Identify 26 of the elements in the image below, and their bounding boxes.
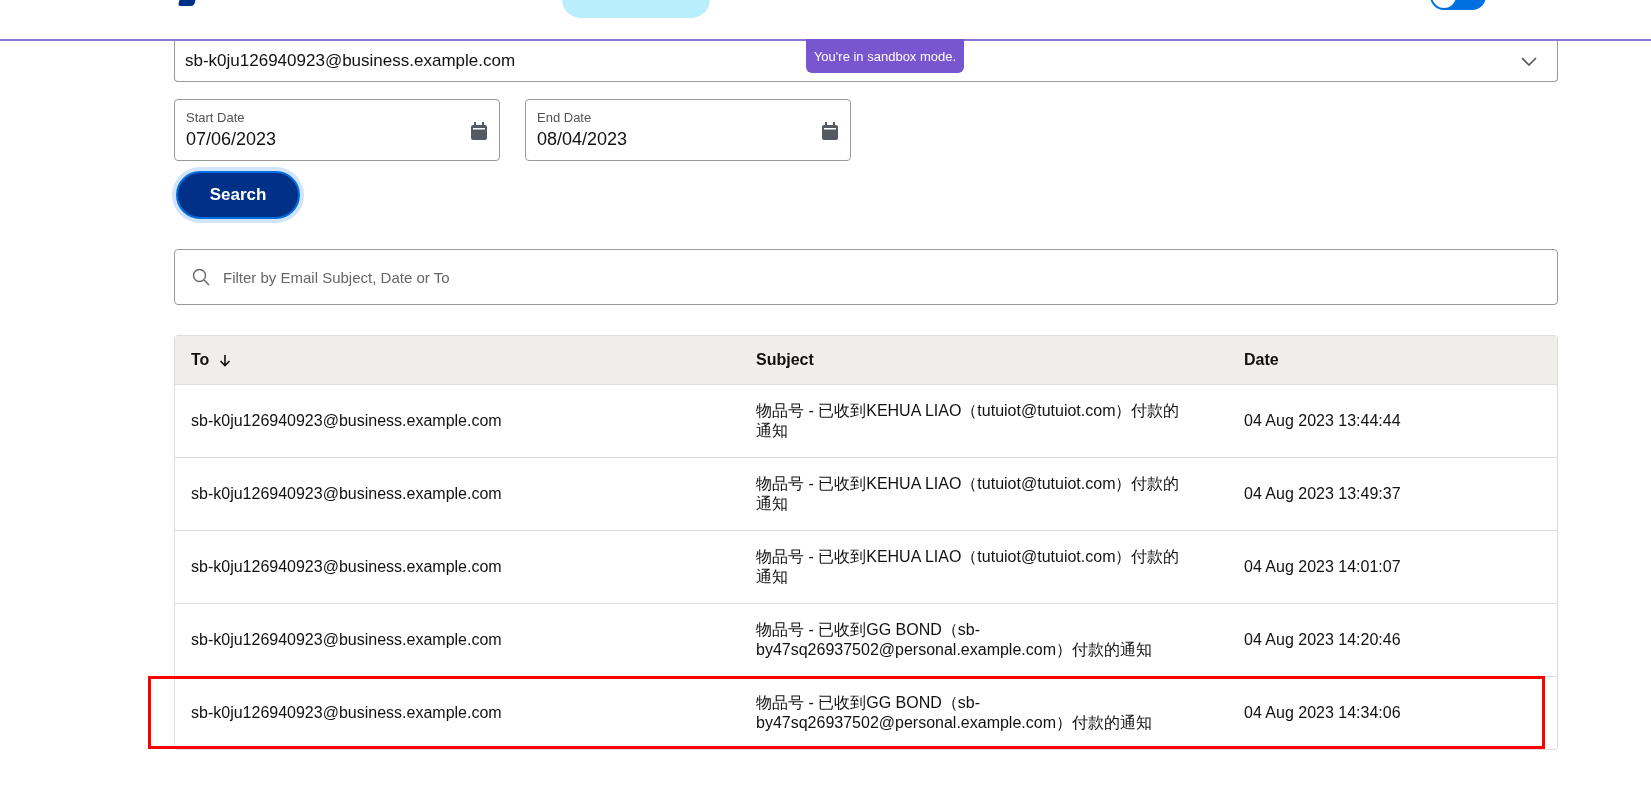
filter-field[interactable]: Filter by Email Subject, Date or To <box>174 249 1558 305</box>
sort-arrow-icon[interactable] <box>219 353 232 367</box>
table-cell-text: 04 Aug 2023 14:01:07 <box>1243 557 1402 577</box>
table-cell-text: 04 Aug 2023 13:44:44 <box>1243 411 1402 431</box>
column-header[interactable]: Date <box>1244 351 1279 369</box>
table-cell-text: 04 Aug 2023 13:49:37 <box>1243 484 1402 504</box>
chevron-down-icon <box>1521 56 1537 66</box>
sandbox-banner: You're in sandbox mode. <box>806 39 964 73</box>
table-cell-text: 物品号 - 已收到KEHUA LIAO（tutuiot@tutuiot.com）付款的通知 <box>755 401 1181 441</box>
table-cell-text: 04 Aug 2023 14:20:46 <box>1243 630 1402 650</box>
column-header[interactable]: To <box>191 351 210 369</box>
column-header[interactable]: Subject <box>756 351 814 369</box>
calendar-icon[interactable] <box>471 122 487 140</box>
date-field[interactable]: End Date 08/04/2023 <box>525 99 851 161</box>
table-cell-text: sb-k0ju126940923@business.example.com <box>190 557 503 577</box>
date-field[interactable]: Start Date 07/06/2023 <box>174 99 500 161</box>
calendar-icon[interactable] <box>822 122 838 140</box>
table-cell-text: 物品号 - 已收到GG BOND（sb-by47sq26937502@personal.example.com）付款的通知 <box>755 693 1153 733</box>
table-cell-text: 物品号 - 已收到KEHUA LIAO（tutuiot@tutuiot.com）付款的通知 <box>755 547 1181 587</box>
table-cell-text: sb-k0ju126940923@business.example.com <box>190 411 503 431</box>
table-cell-text: sb-k0ju126940923@business.example.com <box>190 630 503 650</box>
table-cell-text: 物品号 - 已收到GG BOND（sb-by47sq26937502@personal.example.com）付款的通知 <box>755 620 1153 660</box>
table-cell-text: 物品号 - 已收到KEHUA LIAO（tutuiot@tutuiot.com）付款的通知 <box>755 474 1181 514</box>
table-cell-text: sb-k0ju126940923@business.example.com <box>190 484 503 504</box>
table-cell-text: sb-k0ju126940923@business.example.com <box>190 703 503 723</box>
table-cell-text: 04 Aug 2023 14:34:06 <box>1243 703 1402 723</box>
